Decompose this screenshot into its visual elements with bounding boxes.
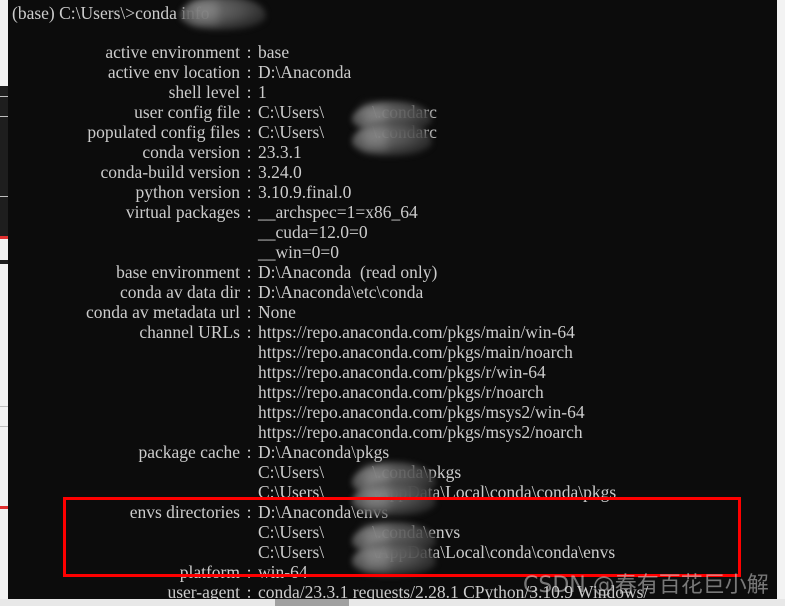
info-row-key: populated config files — [87, 122, 240, 142]
info-row-separator: : — [246, 562, 252, 582]
info-row-value: base — [258, 42, 290, 62]
info-row-value: https://repo.anaconda.com/pkgs/r/noarch — [258, 382, 544, 402]
info-row: platform: win-64 — [8, 562, 785, 582]
info-row-value: conda/23.3.1 requests/2.28.1 CPython/3.1… — [258, 582, 649, 600]
info-row-value: None — [258, 302, 296, 322]
info-row-key: active env location — [107, 62, 240, 82]
info-row-continuation: https://repo.anaconda.com/pkgs/r/noarch — [8, 382, 785, 402]
info-row-key: envs directories — [129, 502, 240, 522]
info-row-key: virtual packages — [125, 202, 240, 222]
info-row-separator: : — [246, 162, 252, 182]
info-row: conda version:23.3.1 — [8, 142, 785, 162]
info-row-key: conda-build version — [100, 162, 240, 182]
info-row-separator: : — [246, 202, 252, 222]
info-row: user-agent: conda/23.3.1 requests/2.28.1 … — [8, 582, 785, 600]
horizontal-scrollbar[interactable] — [0, 599, 785, 606]
info-row-separator: : — [246, 262, 252, 282]
info-row-separator: : — [246, 182, 252, 202]
info-row-key: conda av data dir — [119, 282, 240, 302]
info-row-value: C:\Users\ \.condarc — [258, 102, 437, 122]
info-row-value: D:\Anaconda\envs — [258, 502, 389, 522]
info-row-value: C:\Users\ \AppData\Local\conda\conda\env… — [258, 542, 616, 562]
command-prompt-line: (base) C:\Users\>conda info — [12, 2, 209, 24]
info-row-separator: : — [246, 442, 252, 462]
info-row-separator: : — [246, 582, 252, 600]
info-row-continuation: C:\Users\ \AppData\Local\conda\conda\env… — [8, 542, 785, 562]
info-row-key: base environment — [116, 262, 240, 282]
info-row-separator: : — [246, 82, 252, 102]
info-row: package cache: D:\Anaconda\pkgs — [8, 442, 785, 462]
info-row-separator: : — [246, 142, 252, 162]
info-row-continuation: __win=0=0 — [8, 242, 785, 262]
info-row-value: https://repo.anaconda.com/pkgs/main/win-… — [258, 322, 575, 342]
info-row-separator: : — [246, 122, 252, 142]
info-row-key: conda version — [142, 142, 240, 162]
info-row-separator: : — [246, 42, 252, 62]
background-window-sliver — [0, 0, 8, 606]
terminal-window[interactable]: (base) C:\Users\>conda info active envir… — [8, 0, 785, 600]
info-row-value: C:\Users\ \.condarc — [258, 122, 437, 142]
info-row: channel URLs: https://repo.anaconda.com/p… — [8, 322, 785, 342]
info-row-key: shell level — [168, 82, 240, 102]
info-row-key: user-agent — [167, 582, 240, 600]
info-row-separator: : — [246, 282, 252, 302]
info-row-key: conda av metadata url — [85, 302, 240, 322]
info-row-key: user config file — [134, 102, 240, 122]
info-row: base environment: D:\Anaconda (read only) — [8, 262, 785, 282]
info-row-key: active environment — [105, 42, 240, 62]
info-row-separator: : — [246, 62, 252, 82]
info-row-separator: : — [246, 322, 252, 342]
info-row-continuation: https://repo.anaconda.com/pkgs/msys2/noa… — [8, 422, 785, 442]
info-row-value: 3.10.9.final.0 — [258, 182, 352, 202]
info-row-key: package cache — [138, 442, 240, 462]
info-row-value: https://repo.anaconda.com/pkgs/msys2/noa… — [258, 422, 583, 442]
screenshot-root: (base) C:\Users\>conda info active envir… — [0, 0, 785, 606]
prompt-suffix: >conda info — [125, 3, 210, 23]
info-row: user config file: C:\Users\ \.condarc — [8, 102, 785, 122]
info-row-continuation: C:\Users\ \.conda\pkgs — [8, 462, 785, 482]
info-row-value: https://repo.anaconda.com/pkgs/r/win-64 — [258, 362, 546, 382]
info-row-value: 1 — [258, 82, 267, 102]
info-row-value: D:\Anaconda\etc\conda — [258, 282, 424, 302]
info-row: conda-build version:3.24.0 — [8, 162, 785, 182]
info-row-continuation: https://repo.anaconda.com/pkgs/r/win-64 — [8, 362, 785, 382]
info-row: shell level:1 — [8, 82, 785, 102]
info-row-key: channel URLs — [139, 322, 240, 342]
info-row-separator: : — [246, 302, 252, 322]
info-row-continuation: __cuda=12.0=0 — [8, 222, 785, 242]
info-row-value: https://repo.anaconda.com/pkgs/msys2/win… — [258, 402, 585, 422]
background-window-right-gap — [777, 0, 785, 600]
info-row-value: D:\Anaconda (read only) — [258, 262, 438, 282]
info-row-continuation: C:\Users\ \.conda\envs — [8, 522, 785, 542]
info-row: conda av data dir: D:\Anaconda\etc\conda — [8, 282, 785, 302]
info-row-value: C:\Users\ \.conda\envs — [258, 522, 461, 542]
info-row-value: __win=0=0 — [258, 242, 339, 262]
info-row-value: https://repo.anaconda.com/pkgs/main/noar… — [258, 342, 573, 362]
info-row-value: C:\Users\ \.conda\pkgs — [258, 462, 462, 482]
info-row: conda av metadata url: None — [8, 302, 785, 322]
info-row: active env location: D:\Anaconda — [8, 62, 785, 82]
prompt-prefix: (base) C:\Users\ — [12, 3, 126, 23]
info-row-value: 3.24.0 — [258, 162, 302, 182]
info-row-value: C:\Users\ \AppData\Local\conda\conda\pkg… — [258, 482, 617, 502]
info-row-value: 23.3.1 — [258, 142, 302, 162]
info-row-continuation: C:\Users\ \AppData\Local\conda\conda\pkg… — [8, 482, 785, 502]
info-row-separator: : — [246, 502, 252, 522]
info-row-continuation: https://repo.anaconda.com/pkgs/msys2/win… — [8, 402, 785, 422]
info-row-continuation: https://repo.anaconda.com/pkgs/main/noar… — [8, 342, 785, 362]
info-row-value: __cuda=12.0=0 — [258, 222, 368, 242]
info-row-value: D:\Anaconda — [258, 62, 352, 82]
info-row-separator: : — [246, 102, 252, 122]
info-row: populated config files: C:\Users\ \.conda… — [8, 122, 785, 142]
info-row: virtual packages: __archspec=1=x86_64 — [8, 202, 785, 222]
info-row-key: platform — [179, 562, 240, 582]
info-row: python version:3.10.9.final.0 — [8, 182, 785, 202]
info-row: active environment: base — [8, 42, 785, 62]
info-row-value: D:\Anaconda\pkgs — [258, 442, 390, 462]
info-row: envs directories: D:\Anaconda\envs — [8, 502, 785, 522]
info-row-value: __archspec=1=x86_64 — [258, 202, 418, 222]
info-row-value: win-64 — [258, 562, 308, 582]
info-row-key: python version — [135, 182, 240, 202]
horizontal-scrollbar-thumb[interactable] — [275, 599, 349, 606]
